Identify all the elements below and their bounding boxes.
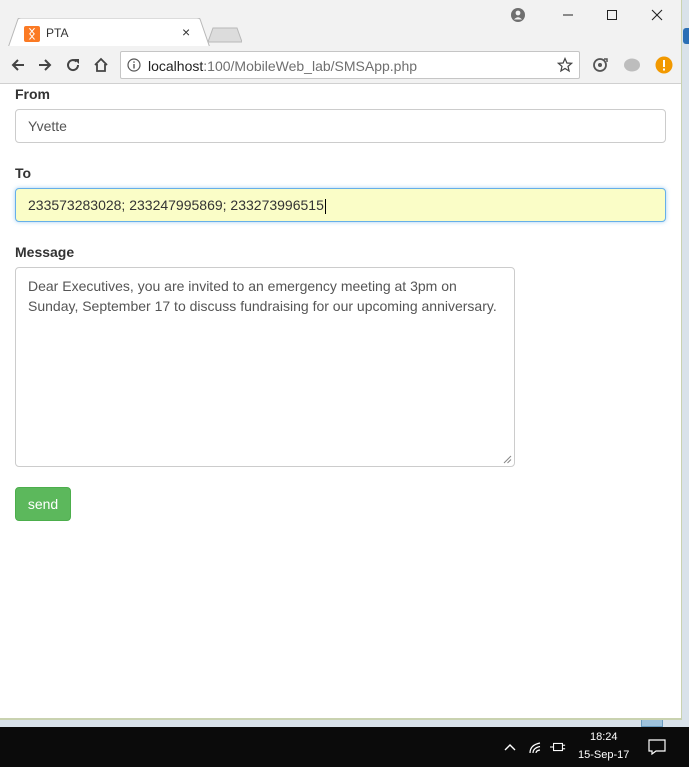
- text-caret: [324, 198, 326, 214]
- clock-date[interactable]: 15-Sep-17: [578, 749, 629, 761]
- extension-chat-icon[interactable]: [622, 55, 642, 75]
- action-center-icon[interactable]: [648, 739, 666, 755]
- url-text: localhost:100/MobileWeb_lab/SMSApp.php: [148, 58, 417, 74]
- message-text: Dear Executives, you are invited to an e…: [28, 278, 497, 314]
- to-input-value: 233573283028; 233247995869; 233273996515: [28, 197, 324, 213]
- reload-icon[interactable]: [63, 55, 83, 75]
- tab-pta[interactable]: ᛝ PTA ×: [8, 18, 210, 48]
- tab-close-icon[interactable]: ×: [182, 24, 190, 40]
- desktop-edge-icon: [683, 28, 689, 44]
- from-input[interactable]: Yvette: [15, 109, 666, 143]
- new-tab-button[interactable]: [208, 27, 242, 43]
- show-hidden-icons-chevron-icon[interactable]: [502, 739, 518, 755]
- minimize-button[interactable]: [557, 6, 579, 24]
- bookmark-star-icon[interactable]: [557, 57, 573, 73]
- send-button[interactable]: send: [15, 487, 71, 521]
- desktop-screen: ᛝ PTA × localhost:100/MobileWeb_lab/SMSA…: [0, 0, 689, 767]
- close-window-button[interactable]: [646, 6, 668, 24]
- profile-icon[interactable]: [507, 6, 529, 24]
- address-bar[interactable]: localhost:100/MobileWeb_lab/SMSApp.php: [120, 51, 580, 79]
- url-path: :100/MobileWeb_lab/SMSApp.php: [203, 58, 418, 74]
- message-textarea[interactable]: Dear Executives, you are invited to an e…: [15, 267, 515, 467]
- chrome-menu-alert-icon[interactable]: [654, 55, 674, 75]
- windows-taskbar: 18:24 15-Sep-17: [0, 727, 689, 767]
- from-label: From: [15, 86, 50, 102]
- resize-grip-icon[interactable]: [503, 455, 512, 464]
- site-info-icon[interactable]: [127, 58, 141, 72]
- extension-sync-icon[interactable]: [590, 55, 610, 75]
- to-input[interactable]: 233573283028; 233247995869; 233273996515: [15, 188, 666, 222]
- back-arrow-icon[interactable]: [8, 55, 28, 75]
- power-plug-icon[interactable]: [550, 739, 566, 755]
- tab-strip: ᛝ PTA ×: [0, 0, 681, 48]
- browser-window: ᛝ PTA × localhost:100/MobileWeb_lab/SMSA…: [0, 0, 682, 720]
- tab-title: PTA: [46, 26, 69, 40]
- maximize-button[interactable]: [601, 6, 623, 24]
- clock-time[interactable]: 18:24: [590, 731, 618, 743]
- home-icon[interactable]: [91, 55, 111, 75]
- wifi-icon[interactable]: [528, 739, 544, 755]
- sms-form-page: From Yvette To 233573283028; 23324799586…: [0, 85, 681, 718]
- forward-arrow-icon[interactable]: [35, 55, 55, 75]
- desktop-edge-item: [641, 719, 663, 727]
- url-host: localhost: [148, 58, 204, 74]
- to-label: To: [15, 165, 32, 181]
- browser-toolbar: localhost:100/MobileWeb_lab/SMSApp.php: [0, 46, 681, 84]
- message-label: Message: [15, 244, 75, 260]
- xampp-favicon-icon: ᛝ: [24, 26, 40, 42]
